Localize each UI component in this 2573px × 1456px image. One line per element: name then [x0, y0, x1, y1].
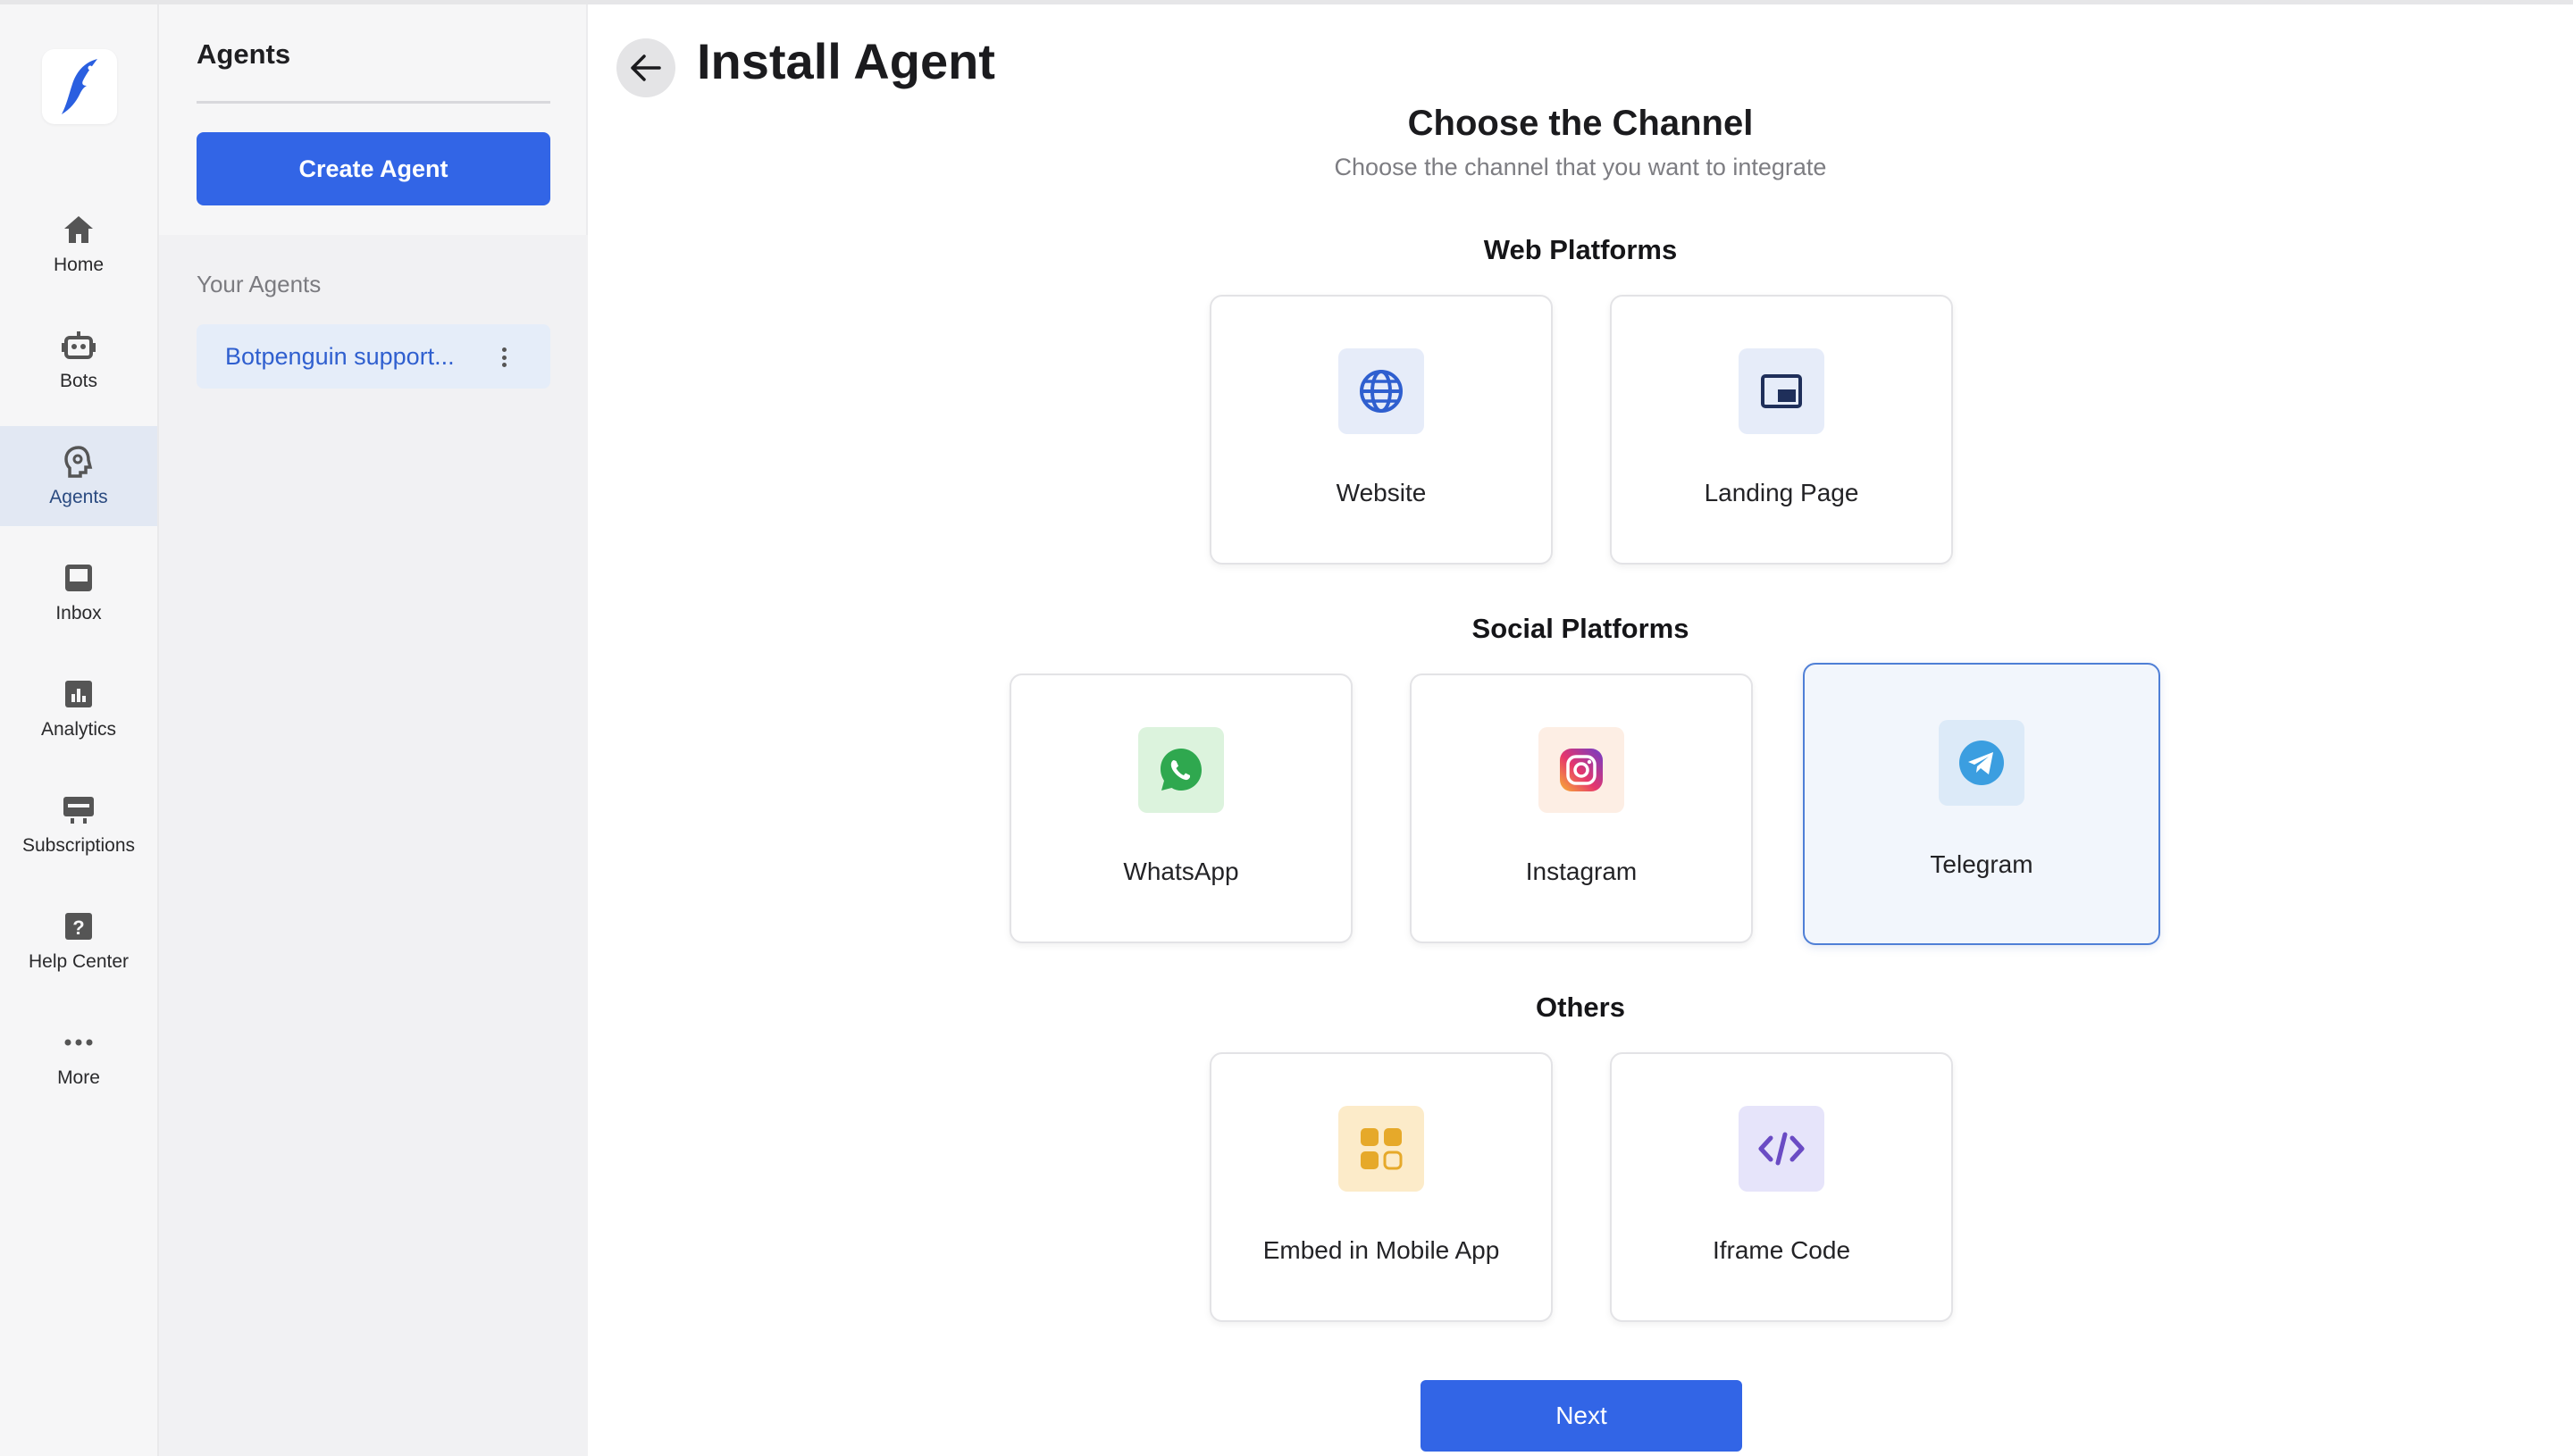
channel-card-whatsapp[interactable]: WhatsApp: [1010, 674, 1353, 943]
channel-card-website[interactable]: Website: [1210, 295, 1553, 565]
penguin-logo-icon: [62, 59, 97, 114]
landing-page-icon: [1739, 348, 1824, 434]
channel-card-instagram[interactable]: Instagram: [1410, 674, 1753, 943]
channel-card-iframe-code[interactable]: Iframe Code: [1610, 1052, 1953, 1322]
your-agents-section: Your Agents Botpenguin support...: [159, 235, 588, 1456]
nav-item-subscriptions[interactable]: Subscriptions: [0, 774, 157, 874]
create-agent-button[interactable]: Create Agent: [197, 132, 550, 205]
more-icon: [61, 1025, 96, 1060]
nav-item-inbox[interactable]: Inbox: [0, 542, 157, 642]
nav-item-agents[interactable]: Agents: [0, 426, 157, 526]
home-icon: [61, 212, 96, 247]
choose-channel-heading: Choose the Channel: [1407, 104, 1754, 143]
group-title-web-platforms: Web Platforms: [1483, 234, 1678, 265]
nav-label: Analytics: [40, 719, 117, 740]
help-icon: ?: [61, 908, 96, 944]
instagram-icon: [1538, 727, 1624, 813]
channel-label: Instagram: [1525, 858, 1638, 885]
channel-label: Website: [1336, 479, 1427, 506]
channel-card-telegram[interactable]: Telegram: [1803, 663, 2160, 945]
app-logo[interactable]: [42, 49, 117, 124]
channel-label: Landing Page: [1704, 479, 1859, 506]
channel-card-landing-page[interactable]: Landing Page: [1610, 295, 1953, 565]
nav-label: Inbox: [55, 603, 102, 623]
globe-icon: [1338, 348, 1424, 434]
panel-title: Agents: [197, 38, 291, 70]
analytics-icon: [61, 676, 96, 712]
choose-channel-subheading: Choose the channel that you want to inte…: [1334, 154, 1827, 180]
telegram-icon: [1939, 720, 2024, 806]
nav-item-home[interactable]: Home: [0, 194, 157, 294]
channel-label: Telegram: [1930, 850, 2033, 878]
mobile-app-icon: [1338, 1106, 1424, 1192]
nav-label: More: [57, 1067, 100, 1088]
nav-label: Home: [53, 255, 105, 275]
nav-label: Help Center: [28, 951, 130, 972]
nav-item-help-center[interactable]: ? Help Center: [0, 891, 157, 991]
panel-divider: [197, 101, 550, 104]
bot-icon: [61, 328, 96, 364]
left-nav: Home Bots Agents Inbox Analytics Subscri…: [0, 4, 159, 1456]
page-title: Install Agent: [697, 33, 995, 89]
subscriptions-icon: [61, 792, 96, 828]
nav-item-analytics[interactable]: Analytics: [0, 658, 157, 758]
your-agents-label: Your Agents: [197, 271, 322, 297]
channel-label: WhatsApp: [1123, 858, 1239, 885]
nav-item-more[interactable]: More: [0, 1007, 157, 1107]
svg-text:?: ?: [72, 916, 84, 939]
next-button[interactable]: Next: [1421, 1380, 1742, 1452]
agent-head-icon: [61, 444, 96, 480]
arrow-left-icon: [631, 54, 661, 81]
nav-item-bots[interactable]: Bots: [0, 310, 157, 410]
inbox-icon: [61, 560, 96, 596]
agents-panel: Agents Create Agent Your Agents Botpengu…: [159, 4, 588, 1456]
channel-label: Iframe Code: [1712, 1236, 1851, 1264]
agent-list-item[interactable]: Botpenguin support...: [197, 324, 550, 389]
group-title-others: Others: [1536, 992, 1625, 1023]
kebab-menu-icon[interactable]: [502, 347, 507, 367]
nav-label: Bots: [59, 371, 98, 391]
agent-name: Botpenguin support...: [225, 342, 455, 370]
group-title-social-platforms: Social Platforms: [1471, 613, 1689, 644]
code-icon: [1739, 1106, 1824, 1192]
channel-card-mobile-app[interactable]: Embed in Mobile App: [1210, 1052, 1553, 1322]
whatsapp-icon: [1138, 727, 1224, 813]
channel-label: Embed in Mobile App: [1262, 1236, 1500, 1264]
nav-label: Subscriptions: [21, 835, 136, 856]
back-button[interactable]: [616, 38, 675, 97]
nav-label: Agents: [49, 487, 108, 507]
